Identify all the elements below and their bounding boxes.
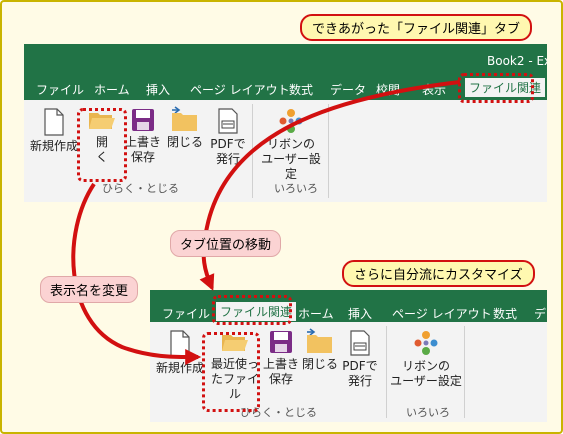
new-button[interactable]: 新規作成 [28,108,80,154]
callout-rename: 表示名を変更 [40,276,139,303]
tab-review[interactable]: 校閲 [376,81,400,98]
callout-move-tab: タブ位置の移動 [170,230,282,257]
title-bar: Book2 - Exc [24,44,547,76]
tab-page-layout[interactable]: ページ レイアウト [190,81,290,98]
callout-customize: さらに自分流にカスタマイズ [342,260,535,287]
save-button[interactable]: 上書き 保存 [124,108,162,165]
ribbon-options-icon [414,331,438,355]
tab-formulas[interactable]: 数式 [289,81,313,98]
pdf-document-icon [350,330,370,356]
save-label-1: 上書き [124,135,161,149]
tab-home[interactable]: ホーム [298,305,334,322]
tab-file[interactable]: ファイル [162,305,210,322]
group-divider [464,326,465,418]
callout-file-related-tab: できあがった「ファイル関連」タブ [300,14,533,41]
pdf-label-2: 発行 [215,152,240,166]
tab-home[interactable]: ホーム [94,81,130,98]
group-divider [252,104,253,198]
tab-view[interactable]: 表示 [422,81,446,98]
tab-formulas[interactable]: 数式 [493,305,517,322]
pdf-label-2: 発行 [347,374,372,388]
new-label: 新規作成 [29,139,78,153]
save-disk-icon [270,331,292,353]
save-button[interactable]: 上書き 保存 [262,330,300,387]
close-button[interactable]: 閉じる [300,327,340,372]
close-label: 閉じる [301,357,338,371]
ribbon-label-2: ユーザー設定 [390,374,462,388]
tab-data[interactable]: デ [534,305,546,322]
tab-insert[interactable]: 挿入 [146,81,170,98]
highlight-open [77,108,127,182]
publish-pdf-button[interactable]: PDFで 発行 [340,330,380,389]
tab-page-layout[interactable]: ページ レイアウト [392,305,492,322]
window-title: Book2 - Exc [487,54,547,68]
ribbon-label-2: ユーザー設定 [261,152,321,181]
ribbon-options-icon [279,109,303,133]
ribbon-label-1: リボンの [401,359,450,373]
save-label-2: 保存 [130,150,155,164]
save-disk-icon [132,109,154,131]
customize-ribbon-button[interactable]: リボンの ユーザー設定 [256,108,326,182]
illustration-frame: Book2 - Exc ファイル ホーム 挿入 ページ レイアウト 数式 データ… [0,0,563,434]
pdf-label-1: PDFで [210,137,246,151]
save-label-1: 上書き [262,357,299,371]
folder-close-icon [172,106,197,131]
highlight-file-related-tab [212,295,292,325]
new-label: 新規作成 [155,361,204,375]
pdf-label-1: PDFで [342,359,378,373]
publish-pdf-button[interactable]: PDFで 発行 [208,108,248,167]
group-divider [328,104,329,198]
customize-ribbon-button[interactable]: リボンの ユーザー設定 [390,330,462,389]
highlight-file-related-tab [458,73,534,103]
group-label-misc: いろいろ [406,406,450,419]
tab-insert[interactable]: 挿入 [348,305,372,322]
highlight-recent-files [202,332,260,412]
close-label: 閉じる [166,135,203,149]
group-label-misc: いろいろ [274,182,318,195]
tab-data[interactable]: データ [330,81,366,98]
ribbon-tabs: ファイル ファイル関連 ホーム 挿入 ページ レイアウト 数式 デ [150,290,547,322]
group-divider [386,326,387,418]
new-button[interactable]: 新規作成 [154,330,206,376]
folder-close-icon [307,328,332,353]
save-label-2: 保存 [268,372,293,386]
new-document-icon [44,108,64,136]
close-button[interactable]: 閉じる [165,105,205,150]
group-label-open-close: ひらく・とじる [102,182,179,195]
pdf-document-icon [218,108,238,134]
ribbon-label-1: リボンの [266,137,315,151]
tab-file[interactable]: ファイル [36,81,84,98]
new-document-icon [170,330,190,358]
